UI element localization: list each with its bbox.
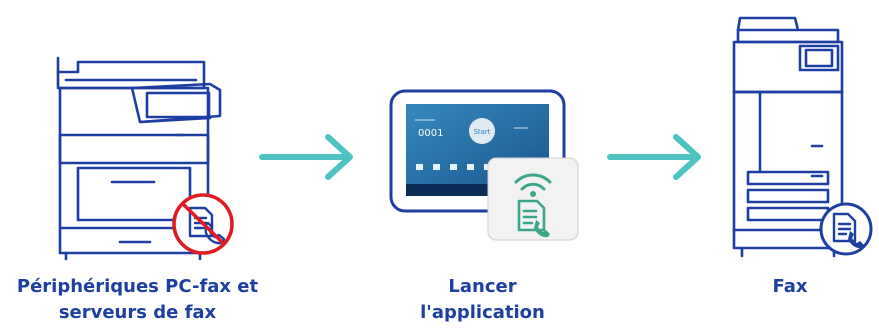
fax-phone-icon xyxy=(819,202,873,256)
caption-pc-fax: Périphériques PC-fax et serveurs de fax xyxy=(0,274,275,326)
arrow-right-icon xyxy=(259,134,353,180)
caption-launch-app: Lancer l'application xyxy=(390,274,575,326)
no-fax-icon xyxy=(172,193,234,255)
caption-fax-line1: Fax xyxy=(772,276,808,297)
fax-app-icon xyxy=(487,157,579,241)
caption-launch-app-line1: Lancer xyxy=(448,276,517,297)
caption-pc-fax-line1: Périphériques PC-fax et xyxy=(16,276,259,297)
tablet-counter: 0001 xyxy=(418,128,443,139)
caption-launch-app-line2: l'application xyxy=(420,302,545,323)
tablet-start: Start xyxy=(473,128,490,136)
arrow-right-icon xyxy=(607,134,701,180)
caption-pc-fax-line2: serveurs de fax xyxy=(58,302,217,323)
caption-fax: Fax xyxy=(730,274,850,300)
